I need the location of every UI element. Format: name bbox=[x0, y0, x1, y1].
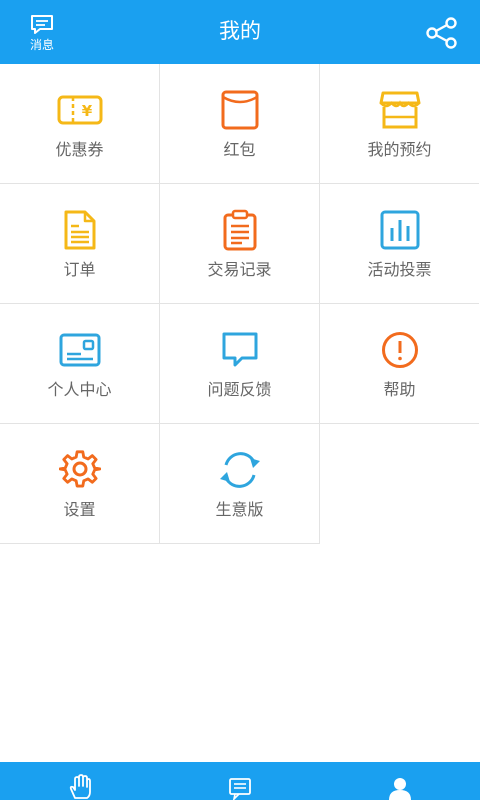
grid-item-label: 问题反馈 bbox=[207, 380, 272, 399]
page-title: 我的 bbox=[219, 19, 261, 43]
share-icon bbox=[426, 17, 457, 49]
tab-me[interactable] bbox=[320, 762, 480, 800]
clipboard-icon bbox=[223, 209, 256, 251]
grid-item-label: 优惠券 bbox=[55, 140, 104, 159]
svg-text:¥: ¥ bbox=[81, 102, 92, 120]
store-icon bbox=[379, 91, 420, 129]
tab-home[interactable] bbox=[0, 762, 160, 800]
grid-item-label: 个人中心 bbox=[47, 380, 112, 399]
chat-bubble-icon bbox=[222, 332, 257, 367]
tab-news[interactable] bbox=[160, 762, 320, 800]
bar-chart-icon bbox=[380, 210, 419, 250]
gear-icon bbox=[58, 450, 101, 488]
hand-icon bbox=[69, 774, 91, 799]
menu-grid: ¥ 优惠券 红包 我的预约 订单 交易记录 活动投票 个人中心 问题反馈 帮助 … bbox=[0, 64, 480, 546]
grid-item-label: 交易记录 bbox=[207, 260, 272, 279]
grid-item-business-edition[interactable]: 生意版 bbox=[160, 424, 320, 544]
grid-item-help[interactable]: 帮助 bbox=[320, 304, 479, 424]
grid-item-orders[interactable]: 订单 bbox=[0, 184, 160, 304]
refresh-icon bbox=[219, 452, 260, 488]
grid-item-personal-center[interactable]: 个人中心 bbox=[0, 304, 160, 424]
grid-item-coupons[interactable]: ¥ 优惠券 bbox=[0, 64, 160, 184]
grid-item-red-envelope[interactable]: 红包 bbox=[160, 64, 320, 184]
exclamation-circle-icon bbox=[381, 332, 418, 368]
document-icon bbox=[64, 210, 95, 250]
news-icon bbox=[229, 778, 251, 800]
user-icon bbox=[389, 778, 411, 800]
grid-item-label: 活动投票 bbox=[367, 260, 432, 279]
grid-item-label: 设置 bbox=[63, 500, 96, 519]
coupon-icon: ¥ bbox=[57, 95, 102, 125]
grid-item-my-reservations[interactable]: 我的预约 bbox=[320, 64, 479, 184]
grid-item-settings[interactable]: 设置 bbox=[0, 424, 160, 544]
top-bar: 消息 我的 bbox=[0, 0, 480, 64]
grid-item-label: 生意版 bbox=[215, 500, 264, 519]
grid-item-label: 我的预约 bbox=[367, 140, 432, 159]
bottom-tab-bar bbox=[0, 762, 480, 800]
grid-item-transactions[interactable]: 交易记录 bbox=[160, 184, 320, 304]
id-card-icon bbox=[59, 333, 100, 367]
app-screen: 消息 我的 ¥ 优惠券 红包 我的预约 订单 交易记录 活动投票 个人中心 问题… bbox=[0, 0, 480, 800]
grid-item-label: 帮助 bbox=[383, 380, 416, 399]
share-button[interactable] bbox=[424, 16, 460, 50]
red-envelope-icon bbox=[221, 90, 258, 130]
grid-item-voting[interactable]: 活动投票 bbox=[320, 184, 479, 304]
grid-item-feedback[interactable]: 问题反馈 bbox=[160, 304, 320, 424]
grid-item-label: 订单 bbox=[63, 260, 96, 279]
grid-item-label: 红包 bbox=[223, 140, 256, 159]
